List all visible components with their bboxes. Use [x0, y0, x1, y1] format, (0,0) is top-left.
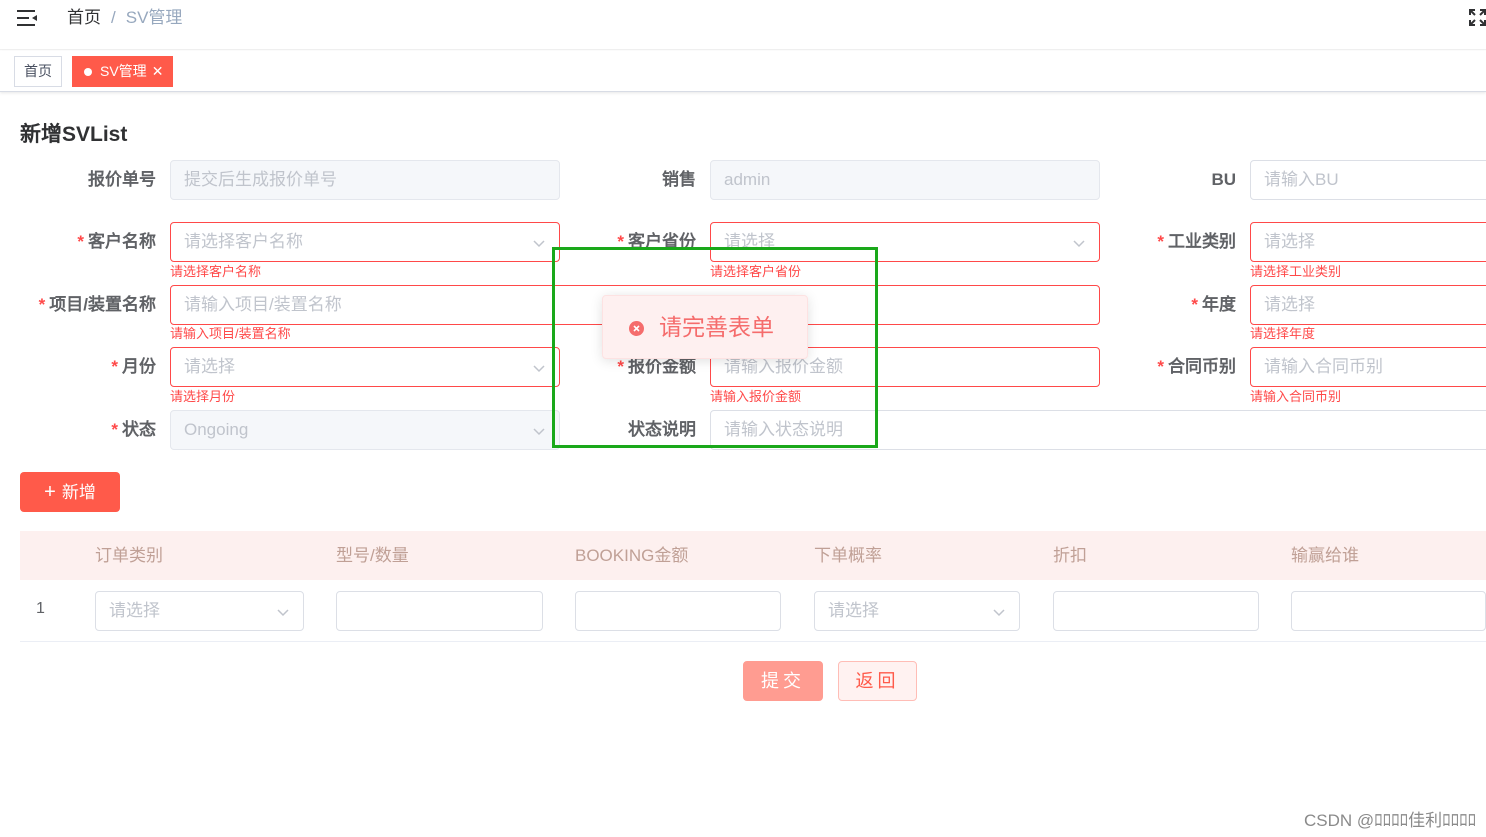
fullscreen-icon[interactable]	[1469, 9, 1486, 26]
table-row: 1 请选择 请选择	[20, 580, 1486, 642]
project-error: 请输入项目/装置名称	[170, 326, 291, 341]
chevron-down-icon	[533, 240, 545, 248]
add-row-button[interactable]: + 新增	[20, 472, 120, 512]
column-header: BOOKING金额	[575, 546, 689, 565]
column-header: 型号/数量	[336, 546, 409, 565]
table-header: 订单类别 型号/数量 BOOKING金额 下单概率 折扣 输赢给谁	[20, 531, 1486, 580]
order-type-placeholder: 请选择	[109, 601, 160, 620]
submit-button[interactable]: 提交	[743, 661, 823, 701]
month-select[interactable]: 请选择	[170, 347, 560, 387]
order-type-select[interactable]: 请选择	[95, 591, 304, 631]
column-header: 订单类别	[95, 546, 163, 565]
breadcrumb: 首页 / SV管理	[67, 7, 182, 29]
chevron-down-icon	[1073, 240, 1085, 248]
tag-home[interactable]: 首页	[14, 56, 62, 87]
quote-no-input: 提交后生成报价单号	[170, 160, 560, 200]
annotation-highlight-box	[552, 247, 878, 448]
sales-label: 销售	[662, 170, 696, 189]
back-button[interactable]: 返回	[838, 661, 917, 701]
currency-error: 请输入合同币别	[1250, 389, 1342, 404]
navbar: 首页 / SV管理	[0, 0, 1486, 50]
winner-input[interactable]	[1291, 591, 1486, 631]
sales-input: admin	[710, 160, 1100, 200]
quote-no-label: 报价单号	[88, 170, 156, 189]
project-label: * 项目/装置名称	[38, 295, 156, 314]
industry-select[interactable]: 请选择	[1250, 222, 1486, 262]
plus-icon: +	[44, 481, 56, 503]
year-label: * 年度	[1191, 295, 1236, 314]
year-select[interactable]: 请选择	[1250, 285, 1486, 325]
booking-amount-input[interactable]	[575, 591, 781, 631]
column-header: 折扣	[1053, 546, 1087, 565]
tags-view: 首页 SV管理 ✕	[0, 51, 1486, 92]
tag-label: SV管理	[100, 63, 147, 79]
bu-input[interactable]: 请输入BU	[1250, 160, 1486, 200]
add-row-label: 新增	[61, 483, 96, 502]
hamburger-icon[interactable]	[16, 8, 38, 28]
customer-select[interactable]: 请选择客户名称	[170, 222, 560, 262]
currency-input[interactable]: 请输入合同币别	[1250, 347, 1486, 387]
breadcrumb-separator: /	[111, 8, 116, 27]
customer-error: 请选择客户名称	[170, 264, 262, 279]
discount-input[interactable]	[1053, 591, 1259, 631]
tag-sv-management[interactable]: SV管理 ✕	[72, 56, 174, 87]
bu-label: BU	[1211, 170, 1236, 189]
currency-label: * 合同币别	[1157, 357, 1236, 376]
status-label: * 状态	[111, 420, 156, 439]
year-error: 请选择年度	[1250, 326, 1316, 341]
chevron-down-icon	[533, 365, 545, 373]
status-select-value: Ongoing	[184, 420, 249, 439]
industry-error: 请选择工业类别	[1250, 264, 1342, 279]
industry-label: * 工业类别	[1157, 232, 1236, 251]
month-error: 请选择月份	[170, 389, 236, 404]
month-select-placeholder: 请选择	[184, 357, 235, 376]
customer-select-placeholder: 请选择客户名称	[184, 232, 303, 251]
row-index: 1	[36, 600, 45, 617]
column-header: 下单概率	[814, 546, 882, 565]
probability-placeholder: 请选择	[828, 601, 879, 620]
chevron-down-icon	[277, 609, 289, 617]
customer-label: * 客户名称	[77, 232, 156, 251]
form-title: 新增SVList	[20, 123, 128, 146]
close-icon[interactable]: ✕	[152, 57, 164, 86]
model-qty-input[interactable]	[336, 591, 543, 631]
probability-select[interactable]: 请选择	[814, 591, 1020, 631]
chevron-down-icon	[533, 428, 545, 436]
breadcrumb-home[interactable]: 首页	[67, 8, 101, 27]
active-dot-icon	[84, 68, 92, 76]
tag-label: 首页	[24, 63, 52, 79]
chevron-down-icon	[993, 609, 1005, 617]
breadcrumb-current: SV管理	[125, 8, 183, 27]
column-header: 输赢给谁	[1291, 546, 1359, 565]
month-label: * 月份	[111, 357, 156, 376]
status-select: Ongoing	[170, 410, 560, 450]
watermark: CSDN @ﾛﾛﾛﾛ佳利ﾛﾛﾛﾛ	[1304, 811, 1477, 830]
